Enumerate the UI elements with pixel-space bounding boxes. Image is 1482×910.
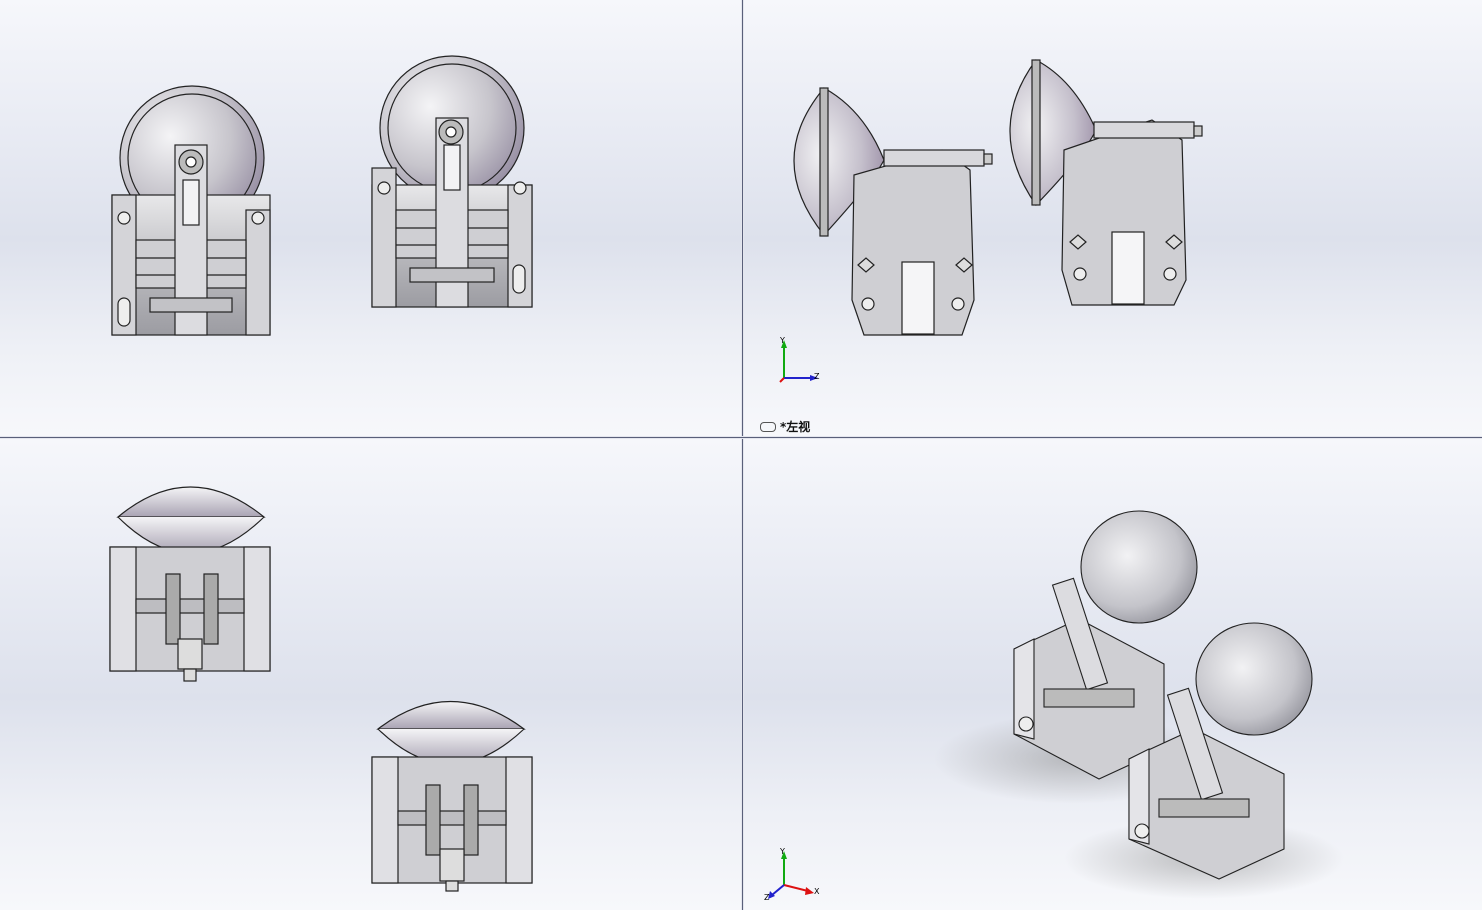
- axis-triad-icon: Y Z: [772, 336, 832, 386]
- axis-x-label: X: [814, 887, 820, 896]
- viewport-bottom-right[interactable]: Y X Z: [744, 439, 1482, 910]
- viewport-splitter-vertical[interactable]: [741, 0, 744, 910]
- view-orientation-label: *左视: [760, 418, 810, 435]
- axis-triad-iso-icon: Y X Z: [764, 847, 824, 903]
- isometric-view-models: [934, 510, 1344, 899]
- viewport-top-left[interactable]: [0, 0, 741, 436]
- brake-side-model-2: [1009, 59, 1203, 306]
- top-view-models: [109, 486, 533, 892]
- axis-z-label: Z: [764, 893, 770, 902]
- axis-y-label: Y: [780, 847, 785, 856]
- viewport-splitter-horizontal[interactable]: [0, 436, 1482, 439]
- viewport-bottom-left[interactable]: [0, 439, 741, 910]
- link-icon: [760, 421, 776, 432]
- brake-top-model-2: [371, 700, 533, 892]
- brake-front-model-2: [371, 55, 533, 308]
- left-view-models: [793, 59, 1203, 336]
- brake-front-model-1: [111, 85, 271, 336]
- axis-z-label: Z: [814, 372, 820, 381]
- viewport-top-right[interactable]: Y Z *左视: [744, 0, 1482, 436]
- brake-side-model-1: [793, 87, 993, 336]
- axis-y-label: Y: [780, 336, 785, 345]
- view-name: *左视: [780, 420, 811, 434]
- brake-top-model-1: [109, 486, 271, 682]
- front-view-models: [111, 55, 533, 336]
